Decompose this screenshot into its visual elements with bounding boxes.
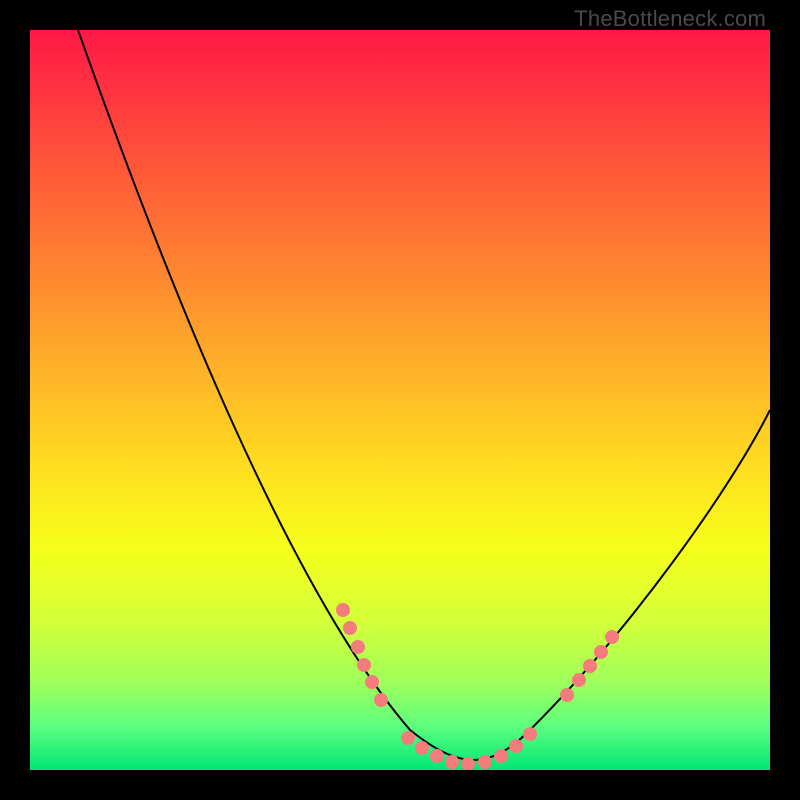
highlight-dot — [365, 675, 379, 689]
highlight-dot — [430, 749, 444, 763]
highlight-dot — [478, 755, 492, 769]
dot-group — [336, 603, 619, 770]
curve-svg — [30, 30, 770, 770]
bottleneck-curve — [78, 30, 770, 760]
highlight-dot — [583, 659, 597, 673]
plot-area — [30, 30, 770, 770]
highlight-dot — [343, 621, 357, 635]
highlight-dot — [415, 741, 429, 755]
highlight-dot — [494, 749, 508, 763]
outer-frame: TheBottleneck.com — [0, 0, 800, 800]
highlight-dot — [523, 727, 537, 741]
watermark-text: TheBottleneck.com — [574, 6, 766, 32]
highlight-dot — [560, 688, 574, 702]
highlight-dot — [351, 640, 365, 654]
highlight-dot — [594, 645, 608, 659]
highlight-dot — [374, 693, 388, 707]
highlight-dot — [509, 739, 523, 753]
highlight-dot — [357, 658, 371, 672]
highlight-dot — [572, 673, 586, 687]
highlight-dot — [401, 731, 415, 745]
highlight-dot — [445, 755, 459, 769]
highlight-dot — [336, 603, 350, 617]
highlight-dot — [605, 630, 619, 644]
